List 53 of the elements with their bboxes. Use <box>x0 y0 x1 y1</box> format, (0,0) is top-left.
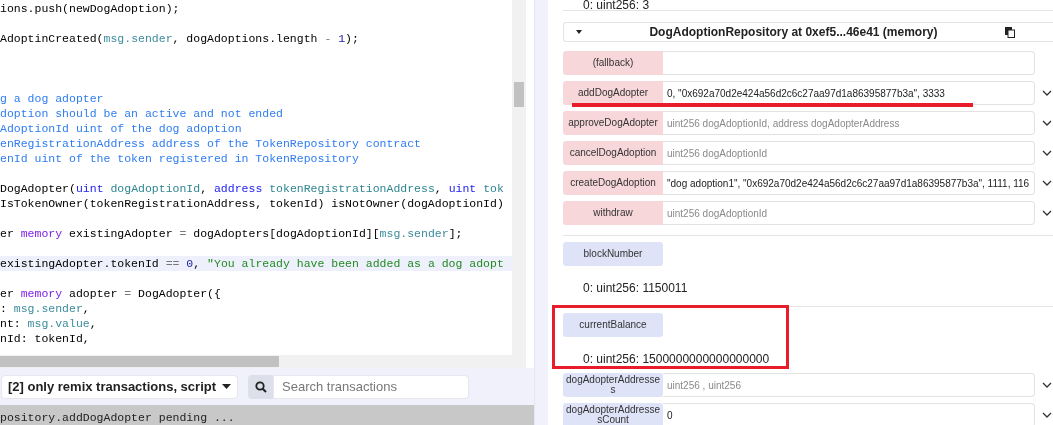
function-button[interactable]: blockNumber <box>563 242 663 266</box>
chevron-down-icon[interactable] <box>1042 180 1052 186</box>
function-button[interactable]: (fallback) <box>563 51 663 75</box>
input-field[interactable] <box>663 51 1035 75</box>
code-line: DogAdopter(uint dogAdoptionId, address tokenRegistrationAddress, uint tok <box>0 181 505 196</box>
search-field[interactable]: Search transactions <box>273 374 469 399</box>
input-field[interactable]: "dog adoption1", "0x692a70d2e424a56d2c6c27aa97d1a86395877b3a", 1111, 116 <box>663 171 1035 195</box>
chevron-down-icon[interactable] <box>1042 90 1052 96</box>
caret-icon <box>222 384 232 389</box>
result-text: 0: uint256: 1150011 <box>582 280 689 297</box>
code-line: er memory adopter = DogAdopter({ <box>0 286 222 301</box>
chevron-down-icon[interactable] <box>1042 150 1052 156</box>
result-text: 0: uint256: 3 <box>563 0 1053 11</box>
function-button[interactable]: dogAdopterAddresses <box>563 373 663 397</box>
code-line: er memory existingAdopter = dogAdopters[dogAdoptionId][msg.sender]; <box>0 226 464 241</box>
function-button[interactable]: withdraw <box>563 201 663 225</box>
log-entry: pository.addDogAdopter pending ... <box>0 405 534 425</box>
code-line: AdoptionId uint of the dog adoption <box>0 121 243 136</box>
input-field[interactable]: uint256 dogAdoptionId <box>663 141 1035 165</box>
chevron-down-icon[interactable] <box>1042 120 1052 126</box>
function-button[interactable]: addDogAdopter <box>563 81 663 105</box>
input-field[interactable]: uint256 dogAdoptionId, address dogAdopterAddress <box>663 111 1035 135</box>
input-field[interactable]: 0, "0x692a70d2e424a56d2c6c27aa97d1a86395877b3a", 3333 <box>663 81 1035 105</box>
input-field[interactable]: uint256 dogAdoptionId <box>663 201 1035 225</box>
code-line: IsTokenOwner(tokenRegistrationAddress, tokenId) isNotOwner(dogAdoptionId) <box>0 196 505 211</box>
vertical-scrollbar[interactable] <box>512 0 526 355</box>
function-button[interactable]: cancelDogAdoption <box>563 141 663 165</box>
function-button[interactable]: dogAdopterAddressesCount <box>563 403 663 425</box>
contract-header[interactable]: DogAdoptionRepository at 0xef5...46e41 (memory) <box>563 22 1053 42</box>
contract-title: DogAdoptionRepository at 0xef5...46e41 (memory) <box>648 24 939 41</box>
copy-icon[interactable] <box>1005 26 1015 38</box>
function-button[interactable]: createDogAdoption <box>563 171 663 195</box>
function-button[interactable]: currentBalance <box>563 313 663 337</box>
caret-icon[interactable] <box>576 30 582 34</box>
result-text: 0: uint256: 1500000000000000000 <box>582 351 771 368</box>
chevron-down-icon[interactable] <box>1042 412 1052 418</box>
code-line: : msg.sender, <box>0 301 91 316</box>
chevron-down-icon[interactable] <box>1042 382 1052 388</box>
code-line: ions.push(newDogAdoption); <box>0 1 181 16</box>
code-line: AdoptinCreated(msg.sender, dogAdoptions.length - 1); <box>0 31 360 46</box>
horizontal-scrollbar[interactable] <box>0 355 526 368</box>
search-icon <box>254 380 267 393</box>
filter-dropdown[interactable]: [2] only remix transactions, script <box>1 374 238 399</box>
code-line: enId uint of the token registered in TokenRepository <box>0 151 360 166</box>
code-line: g a dog adopter <box>0 91 105 106</box>
code-line: nt: msg.value, <box>0 316 98 331</box>
code-line: doption should be an active and not ended <box>0 106 284 121</box>
function-button[interactable]: approveDogAdopter <box>563 111 663 135</box>
input-field[interactable]: uint256 , uint256 <box>663 373 1035 397</box>
code-line: nId: tokenId, <box>0 331 91 346</box>
chevron-down-icon[interactable] <box>1042 210 1052 216</box>
code-line: enRegistrationAddress address of the TokenRepository contract <box>0 136 422 151</box>
input-field[interactable]: 0 <box>663 403 1035 425</box>
